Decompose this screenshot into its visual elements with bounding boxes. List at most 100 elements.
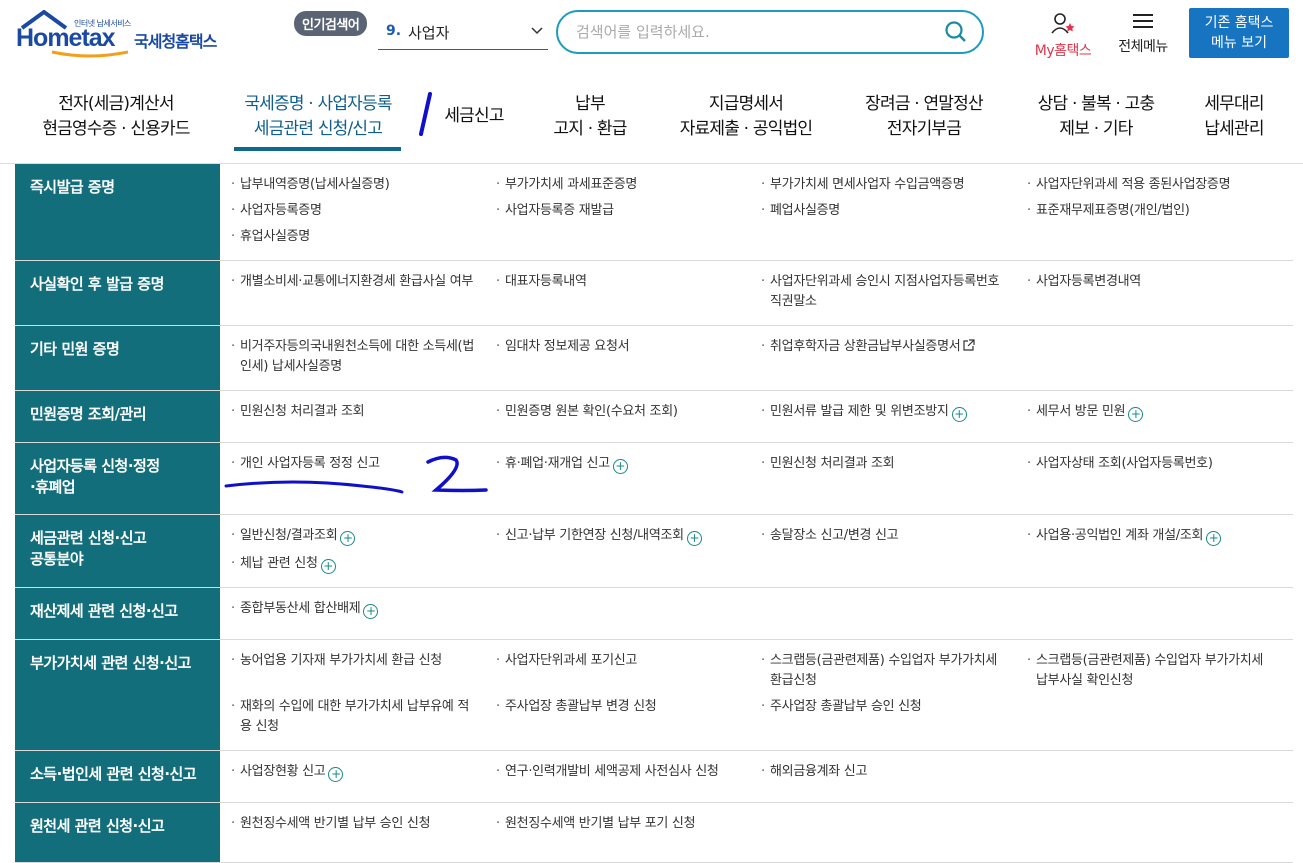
menu-link[interactable]: 부가가치세 면세사업자 수입금액증명 xyxy=(760,175,1010,195)
menu-link-label: 대표자등록내역 xyxy=(505,274,587,289)
nav-line2: 현금영수증 · 신용카드 xyxy=(42,119,190,139)
menu-link[interactable]: 취업후학자금 상환금납부사실증명서 xyxy=(760,337,1010,357)
all-menu-label: 전체메뉴 xyxy=(1118,39,1168,55)
nav-line2: 제보 · 기타 xyxy=(1059,119,1133,139)
menu-link[interactable]: 종합부동산세 합산배제+ xyxy=(230,599,480,619)
plus-circle-icon[interactable]: + xyxy=(612,459,628,474)
nav-item-tax-agent[interactable]: 세무대리 납세관리 xyxy=(1196,92,1272,142)
menu-link[interactable]: 송달장소 신고/변경 신고 xyxy=(760,526,1010,546)
nav-item-payment[interactable]: 납부 고지 · 환급 xyxy=(540,92,640,142)
menu-category: 소득·법인세 관련 신청·신고 xyxy=(15,751,220,802)
plus-circle-icon[interactable]: + xyxy=(686,531,702,546)
menu-link[interactable]: 스크랩등(금관련제품) 수입업자 부가가치세 환급신청 xyxy=(760,651,1010,691)
menu-category: 세금관련 신청·신고 공통분야 xyxy=(15,515,220,587)
menu-link[interactable]: 사업자등록변경내역 xyxy=(1026,272,1276,292)
menu-link-label: 폐업사실증명 xyxy=(770,203,840,218)
menu-link[interactable]: 신고·납부 기한연장 신청/내역조회+ xyxy=(495,526,745,546)
menu-link[interactable]: 사업자단위과세 승인시 지점사업자등록번호 직권말소 xyxy=(760,272,1010,312)
menu-category: 기타 민원 증명 xyxy=(15,326,220,390)
menu-link[interactable]: 농어업용 기자재 부가가치세 환급 신청 xyxy=(230,651,480,671)
menu-link[interactable]: 표준재무제표증명(개인/법인) xyxy=(1026,201,1276,221)
old-hometax-button[interactable]: 기존 홈택스 메뉴 보기 xyxy=(1189,8,1289,58)
menu-link[interactable]: 사업자등록증명 xyxy=(230,201,480,221)
menu-row: 민원증명 조회/관리 민원신청 처리결과 조회 민원증명 원본 확인(수요처 조회)… xyxy=(15,391,1293,443)
menu-link[interactable]: 임대차 정보제공 요청서 xyxy=(495,337,745,357)
popular-rank-number: 9. xyxy=(386,23,402,39)
nav-item-tax-filing[interactable]: 세금신고 xyxy=(436,104,512,129)
nav-line2: 고지 · 환급 xyxy=(553,119,627,139)
plus-circle-icon[interactable]: + xyxy=(328,767,344,782)
menu-link[interactable]: 개인 사업자등록 정정 신고 xyxy=(230,454,480,474)
menu-links: 민원신청 처리결과 조회 민원증명 원본 확인(수요처 조회) 민원서류 발급 제한… xyxy=(220,391,1293,442)
menu-link[interactable]: 주사업장 총괄납부 변경 신청 xyxy=(495,697,745,717)
nav-item-statements[interactable]: 지급명세서 자료제출 · 공익법인 xyxy=(668,92,824,142)
nav-line1: 세무대리 xyxy=(1204,94,1264,114)
menu-link[interactable]: 주사업장 총괄납부 승인 신청 xyxy=(760,697,1010,717)
menu-link[interactable]: 부가가치세 과세표준증명 xyxy=(495,175,745,195)
menu-link[interactable]: 민원서류 발급 제한 및 위변조방지+ xyxy=(760,402,1010,422)
nav-item-incentives[interactable]: 장려금 · 연말정산 전자기부금 xyxy=(852,92,996,142)
menu-link[interactable]: 사업자등록증 재발급 xyxy=(495,201,745,221)
menu-link[interactable]: 민원신청 처리결과 조회 xyxy=(230,402,480,422)
menu-link[interactable]: 사업장현황 신고+ xyxy=(230,762,480,782)
plus-circle-icon[interactable]: + xyxy=(340,531,356,546)
plus-circle-icon[interactable]: + xyxy=(951,407,967,422)
menu-link[interactable]: 민원증명 원본 확인(수요처 조회) xyxy=(495,402,745,422)
menu-link[interactable]: 연구·인력개발비 세액공제 사전심사 신청 xyxy=(495,762,745,782)
plus-circle-icon[interactable]: + xyxy=(1206,531,1222,546)
menu-row: 부가가치세 관련 신청·신고 농어업용 기자재 부가가치세 환급 신청 사업자단위과… xyxy=(15,640,1293,751)
menu-link[interactable]: 휴·폐업·재개업 신고+ xyxy=(495,454,745,474)
nav-item-certificates[interactable]: 국세증명 · 사업자등록 세금관련 신청/신고 xyxy=(226,92,410,142)
top-header: 인터넷 납세서비스 Hometax 국세청홈택스 인기검색어 9. 사업자 My… xyxy=(0,0,1303,68)
all-menu-button[interactable]: 전체메뉴 xyxy=(1110,12,1176,56)
menu-link[interactable]: 세무서 방문 민원+ xyxy=(1026,402,1276,422)
external-link-icon[interactable] xyxy=(962,339,976,352)
main-nav: 전자(세금)계산서 현금영수증 · 신용카드 국세증명 · 사업자등록 세금관련… xyxy=(0,68,1303,164)
plus-circle-icon[interactable]: + xyxy=(320,559,336,574)
menu-row: 소득·법인세 관련 신청·신고 사업장현황 신고+ 연구·인력개발비 세액공제 사전… xyxy=(15,751,1293,803)
menu-link-label: 부가가치세 면세사업자 수입금액증명 xyxy=(770,177,965,192)
menu-link[interactable]: 사업자단위과세 적용 종된사업장증명 xyxy=(1026,175,1276,195)
menu-link[interactable]: 일반신청/결과조회+ xyxy=(230,526,480,546)
menu-links: 사업장현황 신고+ 연구·인력개발비 세액공제 사전심사 신청 해외금융계좌 신고 xyxy=(220,751,1293,802)
menu-link[interactable]: 원천징수세액 반기별 납부 포기 신청 xyxy=(495,814,745,834)
search-icon[interactable] xyxy=(944,20,968,44)
menu-link-label: 신고·납부 기한연장 신청/내역조회 xyxy=(505,528,684,543)
nav-line1: 국세증명 · 사업자등록 xyxy=(244,94,392,114)
menu-link[interactable]: 체납 관련 신청+ xyxy=(230,554,480,574)
menu-links: 종합부동산세 합산배제+ xyxy=(220,588,1293,639)
menu-link[interactable]: 휴업사실증명 xyxy=(230,227,480,247)
menu-link[interactable]: 폐업사실증명 xyxy=(760,201,1010,221)
nav-line1: 지급명세서 xyxy=(708,94,784,114)
menu-link[interactable]: 개별소비세·교통에너지환경세 환급사실 여부 xyxy=(230,272,480,292)
plus-circle-icon[interactable]: + xyxy=(1128,407,1144,422)
menu-link[interactable]: 원천징수세액 반기별 납부 승인 신청 xyxy=(230,814,480,834)
menu-link[interactable]: 민원신청 처리결과 조회 xyxy=(760,454,1010,474)
my-hometax-button[interactable]: My홈택스 xyxy=(1026,12,1100,60)
menu-link[interactable]: 사업자상태 조회(사업자등록번호) xyxy=(1026,454,1276,474)
nav-item-consultation[interactable]: 상담 · 불복 · 고충 제보 · 기타 xyxy=(1024,92,1168,142)
menu-link[interactable]: 해외금융계좌 신고 xyxy=(760,762,1010,782)
search-input[interactable] xyxy=(576,22,926,42)
popular-keyword-select[interactable]: 9. 사업자 xyxy=(378,16,548,50)
nav-line1: 장려금 · 연말정산 xyxy=(865,94,984,114)
menu-link-label: 송달장소 신고/변경 신고 xyxy=(770,528,899,543)
menu-link-label: 주사업장 총괄납부 변경 신청 xyxy=(505,699,657,714)
menu-link[interactable]: 대표자등록내역 xyxy=(495,272,745,292)
menu-links: 일반신청/결과조회+신고·납부 기한연장 신청/내역조회+송달장소 신고/변경 … xyxy=(220,515,1293,587)
menu-link[interactable]: 사업자단위과세 포기신고 xyxy=(495,651,745,671)
menu-category: 민원증명 조회/관리 xyxy=(15,391,220,442)
menu-link[interactable]: 비거주자등의국내원천소득에 대한 소득세(법인세) 납세사실증명 xyxy=(230,337,480,377)
nav-item-e-invoice[interactable]: 전자(세금)계산서 현금영수증 · 신용카드 xyxy=(36,92,196,142)
menu-link[interactable]: 스크랩등(금관련제품) 수입업자 부가가치세 납부사실 확인신청 xyxy=(1026,651,1276,691)
menu-row: 재산제세 관련 신청·신고 종합부동산세 합산배제+ xyxy=(15,588,1293,640)
menu-category: 사업자등록 신청·정정·휴폐업 xyxy=(15,443,220,514)
menu-link[interactable]: 납부내역증명(납세사실증명) xyxy=(230,175,480,195)
menu-link[interactable]: 사업용·공익법인 계좌 개설/조회+ xyxy=(1026,526,1276,546)
menu-links: 개인 사업자등록 정정 신고 휴·폐업·재개업 신고+ 민원신청 처리결과 조회 사업… xyxy=(220,443,1293,514)
menu-links: 농어업용 기자재 부가가치세 환급 신청 사업자단위과세 포기신고 스크랩등(금관련… xyxy=(220,640,1293,750)
menu-link[interactable]: 재화의 수입에 대한 부가가치세 납부유예 적용 신청 xyxy=(230,697,480,737)
plus-circle-icon[interactable]: + xyxy=(363,604,379,619)
hometax-logo[interactable]: 인터넷 납세서비스 Hometax 국세청홈택스 xyxy=(16,10,236,60)
menu-link-label: 농어업용 기자재 부가가치세 환급 신청 xyxy=(240,653,442,668)
